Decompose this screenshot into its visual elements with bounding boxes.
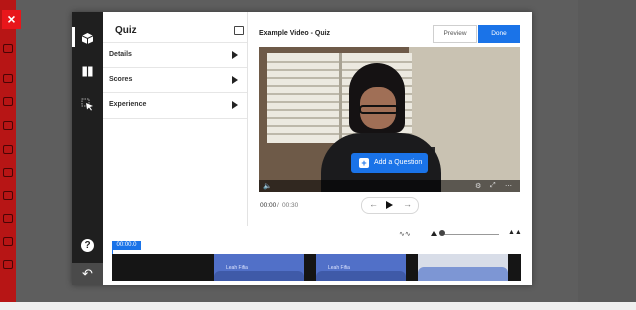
close-button[interactable]: ×: [2, 10, 21, 29]
expand-arrow-icon: [232, 51, 238, 59]
timeline-segment[interactable]: Leah Fifia: [214, 254, 304, 281]
more-icon[interactable]: ⋯: [505, 182, 512, 190]
zoom-out-icon[interactable]: [431, 231, 437, 236]
bg-icon: [3, 145, 13, 154]
layout-icon[interactable]: [234, 26, 244, 35]
play-icon[interactable]: [386, 201, 393, 209]
timeline-segment[interactable]: Leah Fifia: [316, 254, 406, 281]
back-button[interactable]: ↶: [72, 263, 103, 285]
add-question-button[interactable]: + Add a Question: [351, 153, 428, 173]
background-footer: [0, 302, 636, 310]
settings-panel: Quiz Details Scores Experience: [103, 12, 248, 226]
bg-icon: [3, 168, 13, 177]
bg-icon: [3, 97, 13, 106]
active-indicator: [72, 27, 75, 47]
help-icon[interactable]: ?: [81, 239, 94, 252]
video-title: Example Video - Quiz: [259, 30, 331, 37]
expand-arrow-icon: [232, 76, 238, 84]
panel-title: Quiz: [115, 25, 137, 36]
zoom-slider[interactable]: [443, 234, 499, 235]
background-sidebar: [0, 0, 16, 310]
current-time: 00:00: [260, 202, 277, 209]
waveform-icon[interactable]: ∿∿: [399, 230, 411, 238]
bg-icon: [3, 44, 13, 53]
section-label: Scores: [109, 76, 133, 83]
video-player[interactable]: + Add a Question 🔈 ⚙ ⤢ ⋯: [259, 47, 520, 192]
bg-icon: [3, 121, 13, 130]
section-label: Details: [109, 51, 132, 58]
preview-button[interactable]: Preview: [433, 25, 477, 43]
timeline-cursor-time[interactable]: 00:00.0: [112, 241, 141, 250]
time-separator: /: [277, 202, 279, 209]
volume-icon[interactable]: 🔈: [263, 182, 272, 190]
total-time: 00:30: [282, 202, 299, 209]
zoom-in-icon[interactable]: ▲▲: [508, 229, 522, 236]
plus-icon: +: [359, 158, 369, 168]
settings-icon[interactable]: ⚙: [475, 182, 481, 190]
done-button[interactable]: Done: [478, 25, 520, 43]
prev-icon[interactable]: ←: [369, 199, 378, 209]
book-icon[interactable]: [81, 65, 94, 78]
expand-arrow-icon: [232, 101, 238, 109]
add-question-label: Add a Question: [374, 159, 423, 166]
bg-icon: [3, 191, 13, 200]
section-details[interactable]: Details: [103, 42, 247, 68]
bg-icon: [3, 237, 13, 246]
quiz-editor-modal: ? ↶ Quiz Details Scores Experience Examp…: [72, 12, 532, 285]
timeline-track[interactable]: Leah Fifia Leah Fifia: [112, 254, 521, 281]
section-experience[interactable]: Experience: [103, 92, 247, 119]
section-scores[interactable]: Scores: [103, 67, 247, 93]
playback-controls: ← →: [361, 197, 419, 214]
zoom-handle[interactable]: [439, 230, 445, 236]
section-label: Experience: [109, 101, 147, 108]
timeline-segment-thumb[interactable]: [418, 254, 508, 281]
background-panel: [578, 0, 636, 310]
cursor-icon[interactable]: [81, 98, 94, 111]
video-controls-bar: 🔈 ⚙ ⤢ ⋯: [259, 180, 520, 192]
next-icon[interactable]: →: [403, 199, 412, 209]
fullscreen-icon[interactable]: ⤢: [490, 182, 496, 190]
cube-icon[interactable]: [81, 32, 94, 45]
bg-icon: [3, 214, 13, 223]
bg-icon: [3, 260, 13, 269]
bg-icon: [3, 74, 13, 83]
tool-rail: ? ↶: [72, 12, 103, 285]
